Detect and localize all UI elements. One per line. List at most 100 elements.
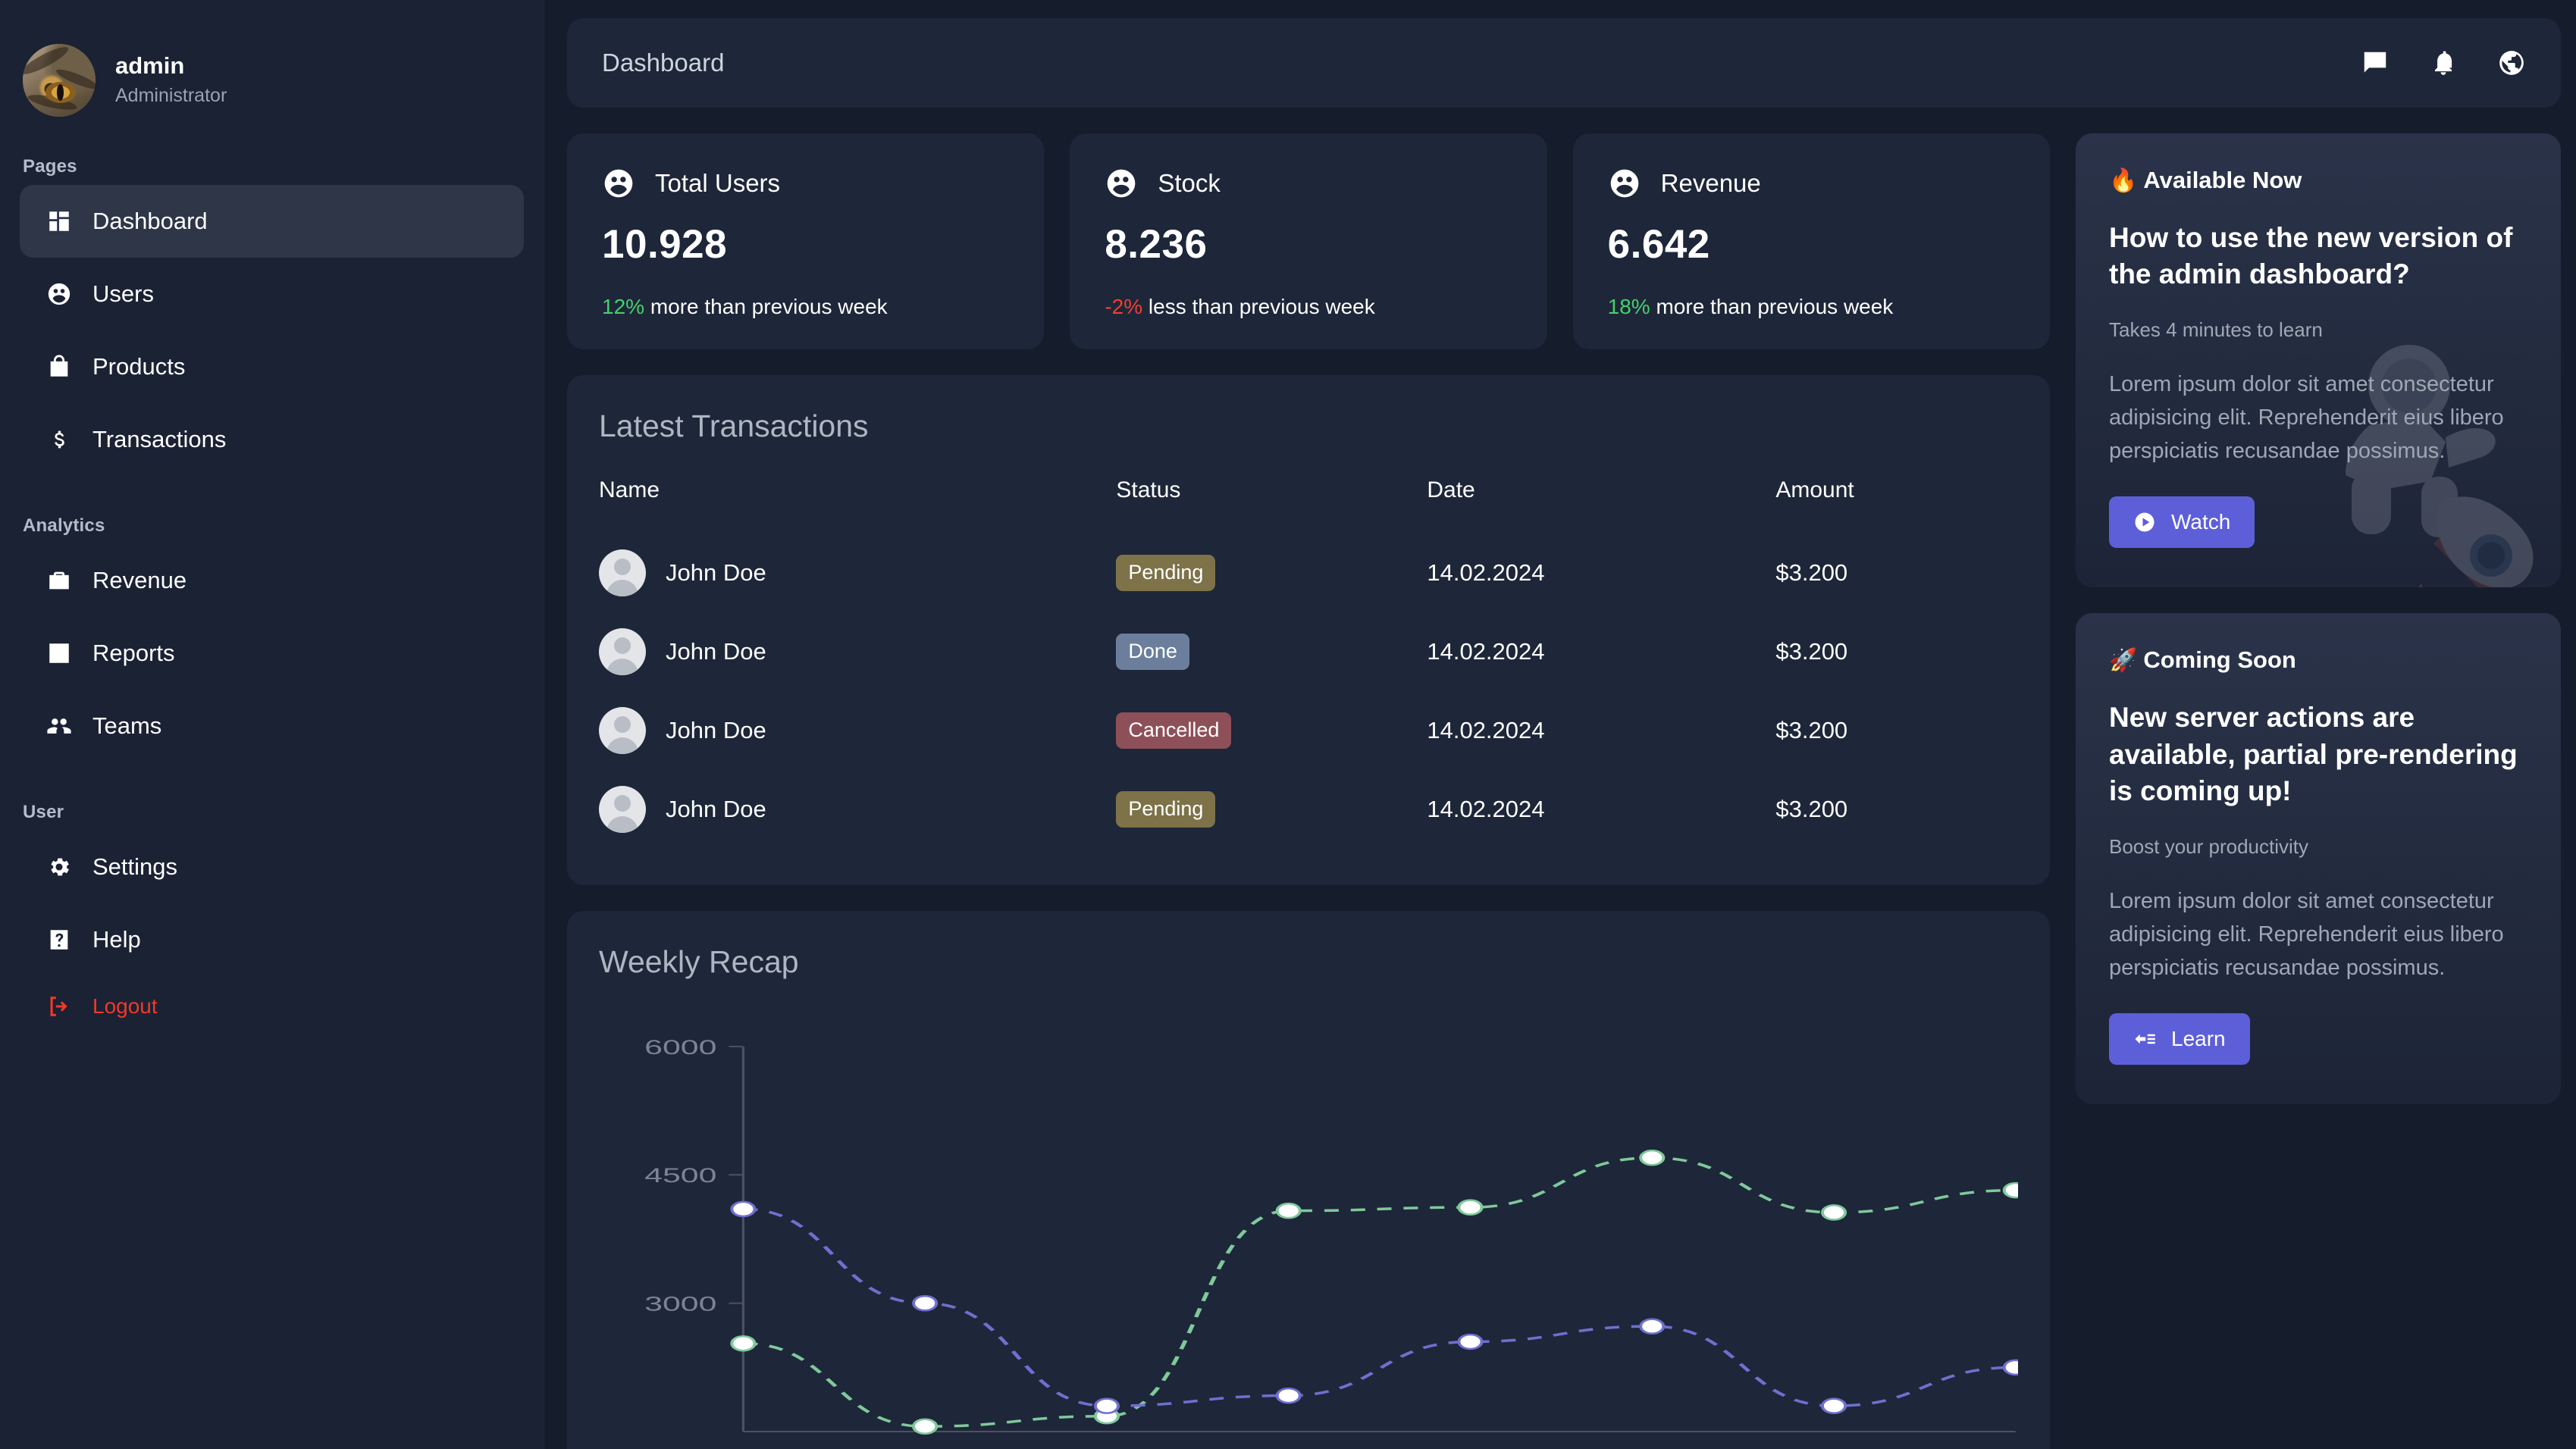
status-badge: Cancelled <box>1116 712 1232 749</box>
weekly-recap-chart: 3000 4500 6000 <box>599 1013 2018 1438</box>
sidebar-nav: Pages Dashboard Users Products Transactions A… <box>20 156 524 976</box>
sidebar-item-users[interactable]: Users <box>20 258 524 330</box>
avatar <box>23 44 96 117</box>
avatar <box>599 628 646 675</box>
weekly-recap-panel: Weekly Recap 3000 4500 6000 <box>567 911 2050 1449</box>
cell-name: John Doe <box>599 691 1116 770</box>
cell-amount: $3.200 <box>1775 559 1848 586</box>
promo-eyebrow: 🔥 Available Now <box>2109 167 2527 194</box>
sidebar-item-label: Revenue <box>92 567 187 593</box>
column-header: Name <box>599 477 660 502</box>
supervised-user-circle-icon <box>45 280 73 308</box>
promo-headline: How to use the new version of the admin … <box>2109 222 2513 290</box>
promo-card: 🚀 Coming Soon New server actions are avail… <box>2076 613 2561 1104</box>
supervised-user-circle-icon <box>604 169 633 198</box>
promo-emoji: 🔥 <box>2109 168 2138 193</box>
stat-label: Total Users <box>655 169 781 197</box>
cell-date: 14.02.2024 <box>1427 638 1545 665</box>
sidebar-item-label: Settings <box>92 853 178 880</box>
transaction-name: John Doe <box>666 796 766 822</box>
promo-body: Lorem ipsum dolor sit amet consectetur a… <box>2109 372 2504 464</box>
stat-card: Stock 8.236 -2% less than previous week <box>1070 133 1547 349</box>
chart-data-point[interactable] <box>2002 1359 2018 1376</box>
sidebar: admin Administrator Pages Dashboard Users P… <box>0 0 544 1449</box>
promo-cta-label: Learn <box>2171 1026 2226 1050</box>
stat-card: Total Users 10.928 12% more than previous … <box>567 133 1045 349</box>
avatar <box>599 707 646 754</box>
table-row[interactable]: John Doe Done 14.02.2024 $3.200 <box>599 612 2018 691</box>
table-body: John Doe Pending 14.02.2024 $3.200 John Doe D… <box>599 534 2018 849</box>
chart-data-point[interactable] <box>730 1335 757 1352</box>
chart-data-point[interactable] <box>1820 1204 1847 1221</box>
cell-amount: $3.200 <box>1775 717 1848 743</box>
stat-cards: Total Users 10.928 12% more than previous … <box>567 133 2050 349</box>
stat-delta: -2% <box>1105 295 1143 318</box>
sidebar-item-settings[interactable]: Settings <box>20 831 524 903</box>
main-content: Dashboard Total Users 10.928 12% more than… <box>544 0 2576 1449</box>
content-grid: Total Users 10.928 12% more than previous … <box>567 133 2561 1449</box>
sidebar-item-logout[interactable]: Logout <box>20 976 524 1037</box>
cell-name: John Doe <box>599 770 1116 849</box>
transactions-panel: Latest Transactions Name Status Date Amount… <box>567 375 2050 885</box>
chart-data-point[interactable] <box>1820 1397 1847 1414</box>
sidebar-item-products[interactable]: Products <box>20 330 524 403</box>
cell-status: Pending <box>1116 534 1427 612</box>
promo-eyebrow-text: Coming Soon <box>2143 646 2296 674</box>
public-globe-icon[interactable] <box>2497 49 2526 77</box>
stat-note-text: more than previous week <box>644 295 888 318</box>
stat-note: 18% more than previous week <box>1608 295 2015 319</box>
cell-amount: $3.200 <box>1775 638 1848 665</box>
bar-chart-icon <box>45 640 73 667</box>
stat-delta: 18% <box>1607 295 1650 318</box>
chart-data-point[interactable] <box>912 1294 939 1312</box>
sidebar-item-help[interactable]: Help <box>20 903 524 976</box>
y-axis-tick-label: 4500 <box>644 1164 716 1187</box>
logout-icon <box>45 993 73 1020</box>
chart-data-point[interactable] <box>1639 1149 1666 1166</box>
briefcase-icon <box>45 567 73 594</box>
chart-data-point[interactable] <box>1275 1387 1302 1404</box>
promo-eyebrow-text: Available Now <box>2143 167 2302 193</box>
table-row[interactable]: John Doe Pending 14.02.2024 $3.200 <box>599 770 2018 849</box>
chart-data-point[interactable] <box>1093 1397 1120 1414</box>
promo-eyebrow: 🚀 Coming Soon <box>2109 646 2527 674</box>
sidebar-item-label: Teams <box>92 712 162 739</box>
promo-cta-button[interactable]: Learn <box>2109 1012 2250 1065</box>
cell-date: 14.02.2024 <box>1427 717 1545 743</box>
chart-data-point[interactable] <box>2002 1181 2018 1199</box>
sidebar-section-title: User <box>23 802 64 822</box>
sidebar-item-dashboard[interactable]: Dashboard <box>20 185 524 258</box>
sidebar-item-label: Products <box>92 353 186 380</box>
chart-data-point[interactable] <box>1639 1318 1666 1335</box>
dashboard-icon <box>45 208 73 235</box>
chart-data-point[interactable] <box>1457 1199 1484 1216</box>
chart-data-point[interactable] <box>1275 1202 1302 1219</box>
sidebar-item-teams[interactable]: Teams <box>20 690 524 762</box>
chart-data-point[interactable] <box>1457 1333 1484 1350</box>
notifications-bell-icon[interactable] <box>2429 49 2458 77</box>
sidebar-item-label: Transactions <box>92 426 227 452</box>
cell-date: 14.02.2024 <box>1427 559 1545 586</box>
cell-name: John Doe <box>599 534 1116 612</box>
sidebar-item-revenue[interactable]: Revenue <box>20 544 524 617</box>
promo-cta-button[interactable]: Watch <box>2109 496 2255 549</box>
topbar-icons <box>2361 49 2526 77</box>
stat-note: -2% less than previous week <box>1105 295 1512 319</box>
sidebar-item-label: Help <box>92 926 141 953</box>
chart-data-point[interactable] <box>912 1418 939 1435</box>
status-badge: Pending <box>1116 555 1216 591</box>
sidebar-item-transactions[interactable]: Transactions <box>20 403 524 476</box>
table-row[interactable]: John Doe Pending 14.02.2024 $3.200 <box>599 534 2018 612</box>
chat-icon[interactable] <box>2361 49 2390 77</box>
sidebar-user[interactable]: admin Administrator <box>20 30 524 117</box>
chart-data-point[interactable] <box>730 1200 757 1218</box>
promo-emoji: 🚀 <box>2109 648 2138 674</box>
sidebar-item-reports[interactable]: Reports <box>20 617 524 690</box>
cell-status: Pending <box>1116 770 1427 849</box>
help-box-icon <box>45 926 73 953</box>
table-row[interactable]: John Doe Cancelled 14.02.2024 $3.200 <box>599 691 2018 770</box>
supervised-user-circle-icon <box>1107 169 1136 198</box>
sidebar-item-label: Users <box>92 280 154 307</box>
read-more-icon <box>2135 1034 2155 1044</box>
promo-subtitle: Takes 4 minutes to learn <box>2109 318 2323 342</box>
